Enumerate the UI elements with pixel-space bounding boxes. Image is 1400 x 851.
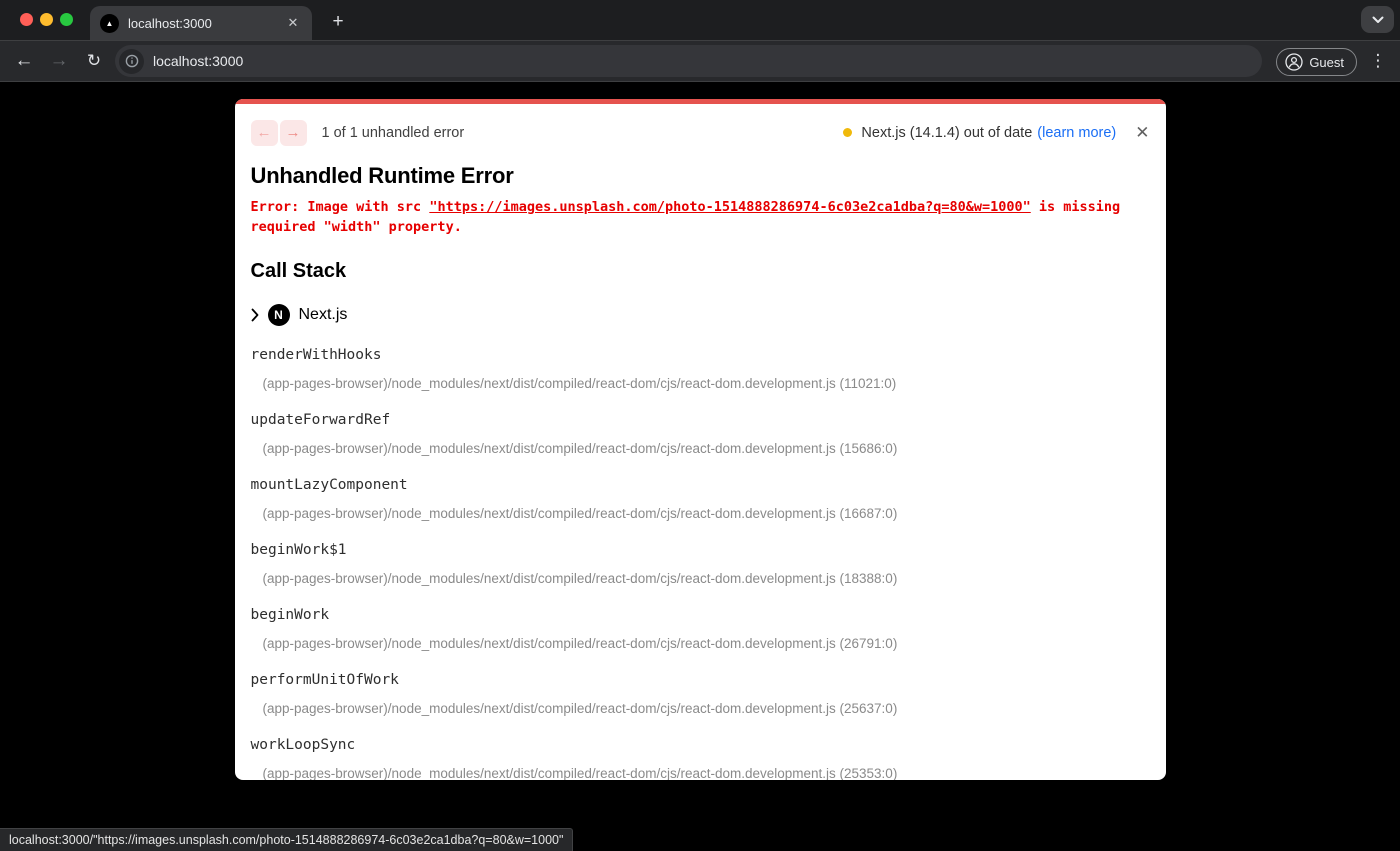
overlay-header: ← → 1 of 1 unhandled error Next.js (14.1… [251, 119, 1150, 146]
stack-frame-location: (app-pages-browser)/node_modules/next/di… [263, 441, 1150, 456]
stack-frame: mountLazyComponent (app-pages-browser)/n… [251, 477, 1150, 521]
stack-frames: renderWithHooks (app-pages-browser)/node… [251, 347, 1150, 780]
version-text: Next.js (14.1.4) out of date [861, 125, 1032, 141]
error-src-link[interactable]: "https://images.unsplash.com/photo-15148… [429, 199, 1030, 215]
page-content: ← → 1 of 1 unhandled error Next.js (14.1… [0, 82, 1400, 851]
profile-button[interactable]: Guest [1276, 48, 1357, 76]
reload-button[interactable]: ↻ [78, 41, 110, 81]
error-message-prefix: Error: Image with src [251, 199, 430, 215]
arrow-right-icon: → [286, 124, 301, 141]
window-minimize-button[interactable] [40, 13, 53, 26]
version-notice: Next.js (14.1.4) out of date (learn more… [843, 125, 1116, 141]
error-message: Error: Image with src "https://images.un… [251, 198, 1150, 237]
error-count-label: 1 of 1 unhandled error [322, 125, 465, 141]
overlay-body: ← → 1 of 1 unhandled error Next.js (14.1… [235, 104, 1166, 780]
stack-frame-name: beginWork [251, 607, 1150, 623]
url-text[interactable]: localhost:3000 [153, 53, 243, 69]
warning-dot-icon [843, 128, 852, 137]
stack-frame-name: updateForwardRef [251, 412, 1150, 428]
address-bar[interactable]: localhost:3000 [115, 45, 1262, 77]
stack-frame-name: beginWork$1 [251, 542, 1150, 558]
stack-frame-location: (app-pages-browser)/node_modules/next/di… [263, 701, 1150, 716]
browser-tab[interactable]: ▲ localhost:3000 ✕ [90, 6, 312, 40]
next-error-button[interactable]: → [280, 120, 307, 146]
stack-frame: beginWork$1 (app-pages-browser)/node_mod… [251, 542, 1150, 586]
stack-frame-name: workLoopSync [251, 737, 1150, 753]
stack-frame-name: renderWithHooks [251, 347, 1150, 363]
window-zoom-button[interactable] [60, 13, 73, 26]
error-title: Unhandled Runtime Error [251, 163, 1150, 189]
stack-frame-location: (app-pages-browser)/node_modules/next/di… [263, 376, 1150, 391]
chevron-down-icon [1372, 16, 1384, 24]
new-tab-button[interactable]: + [324, 8, 352, 36]
browser-toolbar: ← → ↻ localhost:3000 Guest ⋮ [0, 40, 1400, 82]
close-overlay-icon[interactable]: ✕ [1135, 124, 1149, 141]
browser-tab-strip: ▲ localhost:3000 ✕ + [0, 0, 1400, 40]
stack-frame: updateForwardRef (app-pages-browser)/nod… [251, 412, 1150, 456]
tab-title: localhost:3000 [128, 16, 284, 31]
forward-button: → [43, 41, 75, 81]
chevron-right-icon [251, 308, 259, 322]
stack-frame: performUnitOfWork (app-pages-browser)/no… [251, 672, 1150, 716]
stack-frame: renderWithHooks (app-pages-browser)/node… [251, 347, 1150, 391]
site-info-icon[interactable] [119, 49, 144, 74]
stack-frame-location: (app-pages-browser)/node_modules/next/di… [263, 766, 1150, 780]
back-button[interactable]: ← [8, 41, 40, 81]
profile-label: Guest [1309, 55, 1344, 70]
call-stack-group-toggle[interactable]: N Next.js [251, 304, 1150, 326]
nextjs-logo-icon: N [268, 304, 290, 326]
learn-more-link[interactable]: (learn more) [1037, 125, 1116, 141]
stack-frame-name: performUnitOfWork [251, 672, 1150, 688]
stack-frame-name: mountLazyComponent [251, 477, 1150, 493]
stack-frame-location: (app-pages-browser)/node_modules/next/di… [263, 636, 1150, 651]
call-stack-heading: Call Stack [251, 260, 1150, 283]
stack-frame: beginWork (app-pages-browser)/node_modul… [251, 607, 1150, 651]
error-pagination-controls: ← → [251, 120, 307, 146]
status-bar-link-preview: localhost:3000/"https://images.unsplash.… [0, 828, 573, 851]
stack-frame-location: (app-pages-browser)/node_modules/next/di… [263, 506, 1150, 521]
tab-close-icon[interactable]: ✕ [284, 14, 302, 32]
window-close-button[interactable] [20, 13, 33, 26]
tab-search-button[interactable] [1361, 6, 1394, 33]
stack-frame-location: (app-pages-browser)/node_modules/next/di… [263, 571, 1150, 586]
previous-error-button[interactable]: ← [251, 120, 278, 146]
person-icon [1285, 53, 1303, 71]
browser-menu-icon[interactable]: ⋮ [1364, 45, 1392, 77]
stack-frame: workLoopSync (app-pages-browser)/node_mo… [251, 737, 1150, 780]
call-stack-group-label: Next.js [299, 306, 348, 324]
nextjs-error-overlay: ← → 1 of 1 unhandled error Next.js (14.1… [235, 99, 1166, 780]
arrow-left-icon: ← [257, 124, 272, 141]
vercel-favicon-icon: ▲ [100, 14, 119, 33]
